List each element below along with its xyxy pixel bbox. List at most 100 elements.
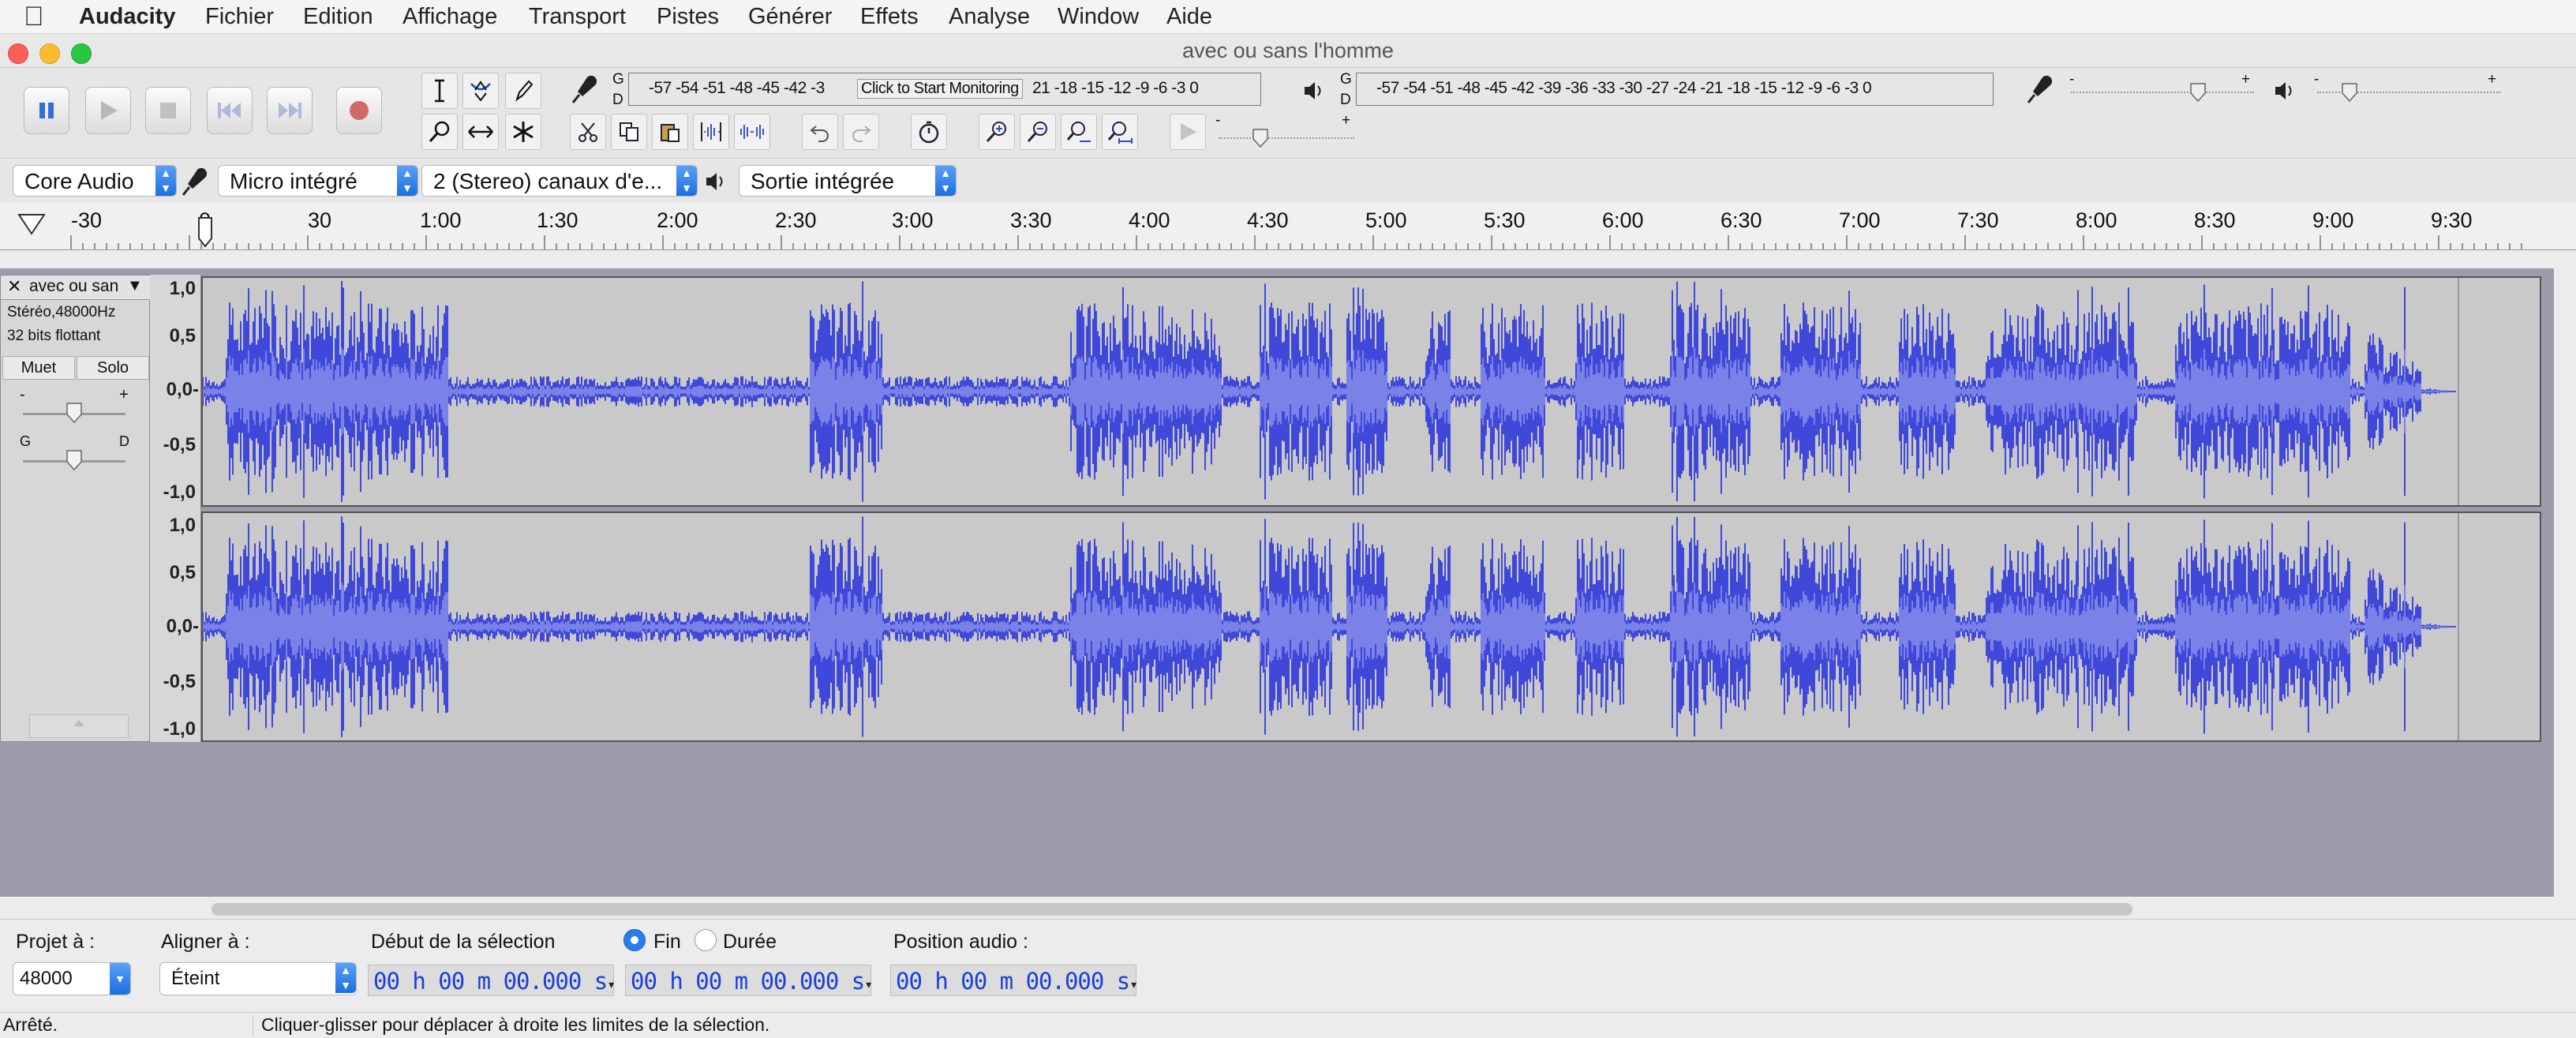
snap-to-select[interactable]: Éteint ▲ ▼: [159, 962, 357, 995]
draw-tool[interactable]: [505, 73, 541, 109]
snap-to-value: Éteint: [171, 968, 220, 989]
play-meter-right-label: D: [1340, 92, 1351, 108]
fit-selection-button[interactable]: [1061, 114, 1097, 150]
paste-button[interactable]: [652, 114, 688, 150]
play-meter-speaker-icon[interactable]: [1302, 79, 1326, 103]
gain-max-label: +: [119, 386, 129, 403]
envelope-tool[interactable]: [462, 73, 499, 109]
record-meter-left-label: G: [612, 71, 624, 88]
waveform-channel-left[interactable]: [201, 276, 2541, 507]
ruler-label: 8:30: [2194, 208, 2236, 232]
recording-device-select[interactable]: Micro intégré ▲ ▼: [218, 165, 418, 197]
zoom-fit-icon: [1107, 122, 1133, 144]
recording-channels-select[interactable]: 2 (Stereo) canaux d'e... ▲ ▼: [421, 165, 698, 197]
playhead-marker-icon[interactable]: [197, 216, 213, 248]
app-name-menu[interactable]: Audacity: [79, 0, 175, 33]
zoom-out-button[interactable]: [1020, 114, 1056, 150]
menu-affichage[interactable]: Affichage: [402, 0, 497, 33]
end-radio-label: Fin: [653, 931, 681, 953]
skip-to-start-icon: [218, 103, 241, 118]
collapse-track-button[interactable]: [29, 714, 129, 738]
gain-slider-thumb[interactable]: [66, 402, 83, 424]
pause-button[interactable]: [24, 87, 69, 134]
record-meter-mic-icon[interactable]: [570, 73, 605, 107]
time-format-arrow-icon[interactable]: ▾: [864, 976, 873, 993]
input-volume-slider[interactable]: [2071, 92, 2254, 95]
double-arrow-icon: [468, 126, 493, 138]
apple-icon[interactable]: : [24, 0, 44, 33]
skip-end-button[interactable]: [267, 87, 313, 134]
sync-lock-button[interactable]: [911, 114, 947, 150]
length-radio[interactable]: [695, 929, 717, 951]
output-volume-thumb[interactable]: [2341, 82, 2358, 103]
menu-aide[interactable]: Aide: [1166, 0, 1212, 33]
zoom-tool[interactable]: [421, 114, 458, 150]
time-shift-tool[interactable]: [462, 114, 499, 150]
ruler-label: 9:30: [2431, 208, 2473, 232]
waveform-channel-right[interactable]: [201, 512, 2541, 742]
menu-fichier[interactable]: Fichier: [205, 0, 274, 33]
silence-button[interactable]: [734, 114, 770, 150]
menu-window[interactable]: Window: [1058, 0, 1139, 33]
time-format-arrow-icon[interactable]: ▾: [607, 976, 616, 993]
ch2-scale-neg-half: -0,5: [163, 671, 196, 692]
magnifier-icon: [429, 121, 450, 143]
audio-host-value: Core Audio: [24, 169, 134, 193]
cut-button[interactable]: [570, 114, 606, 150]
zoom-out-icon: [1027, 122, 1047, 143]
click-to-start-monitoring-button[interactable]: Click to Start Monitoring: [857, 79, 1023, 99]
device-toolbar: Core Audio ▲ ▼ Micro intégré ▲ ▼ 2 (Stereo) …: [0, 158, 2576, 203]
redo-button[interactable]: [843, 114, 879, 150]
undo-button[interactable]: [802, 114, 838, 150]
asterisk-icon: [513, 122, 534, 142]
menu-transport[interactable]: Transport: [529, 0, 626, 33]
track-name-menu[interactable]: avec ou san: [29, 277, 124, 296]
selection-end-time[interactable]: 00 h 00 m 00.000 s▾: [625, 965, 873, 996]
ruler-label: 4:30: [1247, 208, 1289, 232]
stop-button[interactable]: [145, 87, 191, 134]
copy-button[interactable]: [611, 114, 647, 150]
project-rate-select[interactable]: 48000 ▼: [13, 962, 131, 995]
multi-tool[interactable]: [505, 114, 541, 150]
ruler-label: 4:00: [1129, 208, 1170, 232]
play-speed-slider[interactable]: [1219, 137, 1354, 141]
selection-tool[interactable]: [421, 73, 458, 109]
menu-generer[interactable]: Générer: [748, 0, 832, 33]
ruler-label: 1:30: [537, 208, 578, 232]
play-at-speed-button[interactable]: [1170, 114, 1206, 150]
zoom-in-button[interactable]: [979, 114, 1015, 150]
ch1-scale-neg-half: -0,5: [163, 434, 196, 455]
horizontal-scrollbar[interactable]: [212, 903, 2132, 916]
time-format-arrow-icon[interactable]: ▾: [1129, 976, 1138, 993]
timeline-options-icon[interactable]: [16, 210, 47, 238]
close-track-icon[interactable]: ✕: [7, 276, 21, 297]
record-button[interactable]: [336, 87, 382, 134]
pan-slider-thumb[interactable]: [66, 449, 83, 471]
input-volume-thumb[interactable]: [2189, 82, 2207, 103]
ruler-label: 7:30: [1957, 208, 1999, 232]
fit-project-button[interactable]: [1102, 114, 1138, 150]
playback-device-select[interactable]: Sortie intégrée ▲ ▼: [739, 165, 957, 197]
audio-host-select[interactable]: Core Audio ▲ ▼: [13, 165, 177, 197]
i-beam-icon: [435, 79, 444, 103]
play-speed-thumb[interactable]: [1252, 128, 1269, 148]
silence-audio-icon: [740, 125, 764, 139]
menu-bar:  Audacity Fichier Edition Affichage Tra…: [0, 0, 2576, 34]
menu-edition[interactable]: Edition: [303, 0, 373, 33]
toolbar: G D -57 -54 -51 -48 -45 -42 -3 Click to …: [0, 68, 2576, 158]
mute-button[interactable]: Muet: [2, 356, 75, 380]
solo-button[interactable]: Solo: [77, 356, 149, 380]
collapse-arrow-icon: [73, 720, 84, 726]
menu-pistes[interactable]: Pistes: [657, 0, 719, 33]
audio-position-time[interactable]: 00 h 00 m 00.000 s▾: [890, 965, 1138, 996]
skip-start-button[interactable]: [207, 87, 253, 134]
selection-start-time[interactable]: 00 h 00 m 00.000 s▾: [368, 965, 616, 996]
ch2-scale-zero: 0,0-: [166, 616, 199, 637]
play-button[interactable]: [85, 87, 131, 134]
trim-button[interactable]: [693, 114, 729, 150]
track-menu-arrow-icon[interactable]: ▼: [127, 277, 143, 295]
end-radio[interactable]: [623, 929, 646, 951]
menu-analyse[interactable]: Analyse: [949, 0, 1030, 33]
timeline-ruler[interactable]: -300301:001:302:002:303:003:304:004:305:…: [0, 204, 2576, 250]
menu-effets[interactable]: Effets: [860, 0, 919, 33]
